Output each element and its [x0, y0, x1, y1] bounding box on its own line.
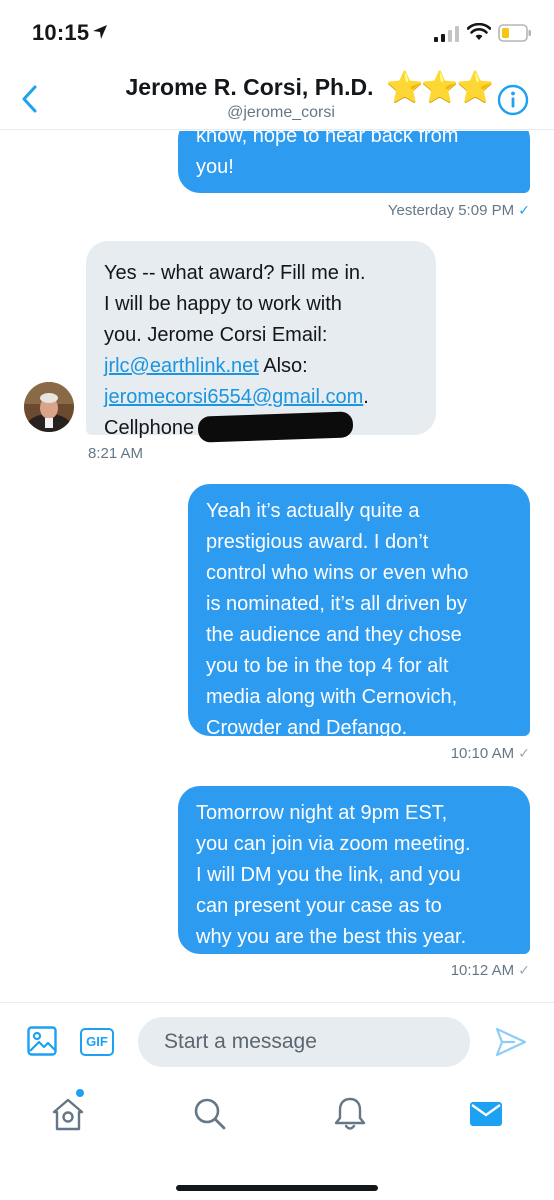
message-line: you. Jerome Corsi Email:: [104, 324, 328, 346]
message-timestamp: 8:21 AM: [88, 445, 143, 462]
timestamp-text: 10:12 AM: [450, 962, 515, 979]
message-line: control who wins or even who: [206, 562, 469, 584]
message-text: Cellphone: [104, 417, 195, 439]
message-bubble-incoming[interactable]: Yes -- what award? Fill me in. I will be…: [86, 241, 436, 443]
message-timestamp: 10:10 AM ✓: [360, 745, 530, 762]
home-indicator: [176, 1185, 378, 1191]
message-input[interactable]: [138, 1017, 470, 1067]
redaction-mark: [197, 411, 354, 443]
send-icon[interactable]: [494, 1025, 528, 1059]
email-link[interactable]: jrlc@earthlink.net: [104, 355, 259, 377]
status-bar: 10:15: [0, 0, 554, 62]
message-line: Yes -- what award? Fill me in.: [104, 262, 366, 284]
notifications-bell-icon[interactable]: [330, 1094, 370, 1134]
timestamp-text: Yesterday 5:09 PM: [387, 202, 515, 219]
message-line: jeromecorsi6554@gmail.com.: [104, 382, 436, 413]
message-line: know, hope to hear back from: [196, 131, 459, 147]
message-text: Also:: [263, 355, 308, 377]
status-time: 10:15: [32, 20, 90, 45]
message-line: is nominated, it’s all driven by: [206, 593, 467, 615]
battery-icon: [498, 24, 531, 42]
gif-button[interactable]: GIF: [80, 1028, 114, 1056]
search-icon[interactable]: [190, 1094, 230, 1134]
message-line: the audience and they chose: [206, 624, 462, 646]
avatar-photo: [24, 382, 74, 432]
message-timestamp: Yesterday 5:09 PM ✓: [360, 202, 530, 219]
contact-handle[interactable]: @jerome_corsi: [0, 104, 554, 122]
message-line: I will be happy to work with: [104, 293, 342, 315]
message-line: Tomorrow night at 9pm EST,: [196, 802, 448, 824]
signal-icon: [434, 26, 459, 42]
message-composer: GIF: [0, 1002, 554, 1078]
message-line: prestigious award. I don’t: [206, 531, 429, 553]
message-bubble-outgoing[interactable]: know, hope to hear back from you!: [178, 131, 530, 193]
message-line: I will DM you the link, and you: [196, 864, 461, 886]
location-arrow-icon: [93, 25, 107, 39]
avatar[interactable]: [24, 382, 74, 432]
message-bubble-outgoing[interactable]: Yeah it’s actually quite a prestigious a…: [188, 484, 530, 739]
message-line: you!: [196, 156, 234, 178]
timestamp-text: 10:10 AM: [450, 745, 515, 762]
message-thread[interactable]: know, hope to hear back from you! Yester…: [0, 131, 554, 1001]
home-icon[interactable]: [48, 1094, 88, 1134]
tab-bar: [0, 1078, 554, 1200]
email-link[interactable]: jeromecorsi6554@gmail.com: [104, 386, 363, 408]
read-check-icon: ✓: [518, 962, 530, 978]
star-emojis: ⭐⭐⭐: [386, 71, 494, 104]
sent-check-icon: ✓: [518, 202, 530, 218]
message-line: jrlc@earthlink.net Also:: [104, 351, 436, 382]
message-line: you can join via zoom meeting.: [196, 833, 471, 855]
new-content-dot: [76, 1089, 84, 1097]
read-check-icon: ✓: [518, 745, 530, 761]
message-line: you to be in the top 4 for alt: [206, 655, 449, 677]
message-line: Crowder and Defango.: [206, 717, 408, 739]
message-line: media along with Cernovich,: [206, 686, 458, 708]
message-line: can present your case as to: [196, 895, 442, 917]
message-line: Yeah it’s actually quite a: [206, 500, 420, 522]
image-icon[interactable]: [26, 1025, 58, 1057]
message-text: .: [363, 386, 369, 408]
conversation-header: Jerome R. Corsi, Ph.D. @jerome_corsi ⭐⭐⭐: [0, 62, 554, 130]
message-line: Cellphone: [104, 411, 436, 444]
info-icon[interactable]: [497, 84, 529, 116]
message-bubble-outgoing[interactable]: Tomorrow night at 9pm EST, you can join …: [178, 786, 530, 954]
message-line: why you are the best this year.: [196, 926, 467, 948]
wifi-icon: [467, 23, 491, 40]
message-timestamp: 10:12 AM ✓: [360, 962, 530, 979]
timestamp-text: 8:21 AM: [88, 445, 144, 462]
messages-envelope-icon[interactable]: [466, 1094, 506, 1134]
